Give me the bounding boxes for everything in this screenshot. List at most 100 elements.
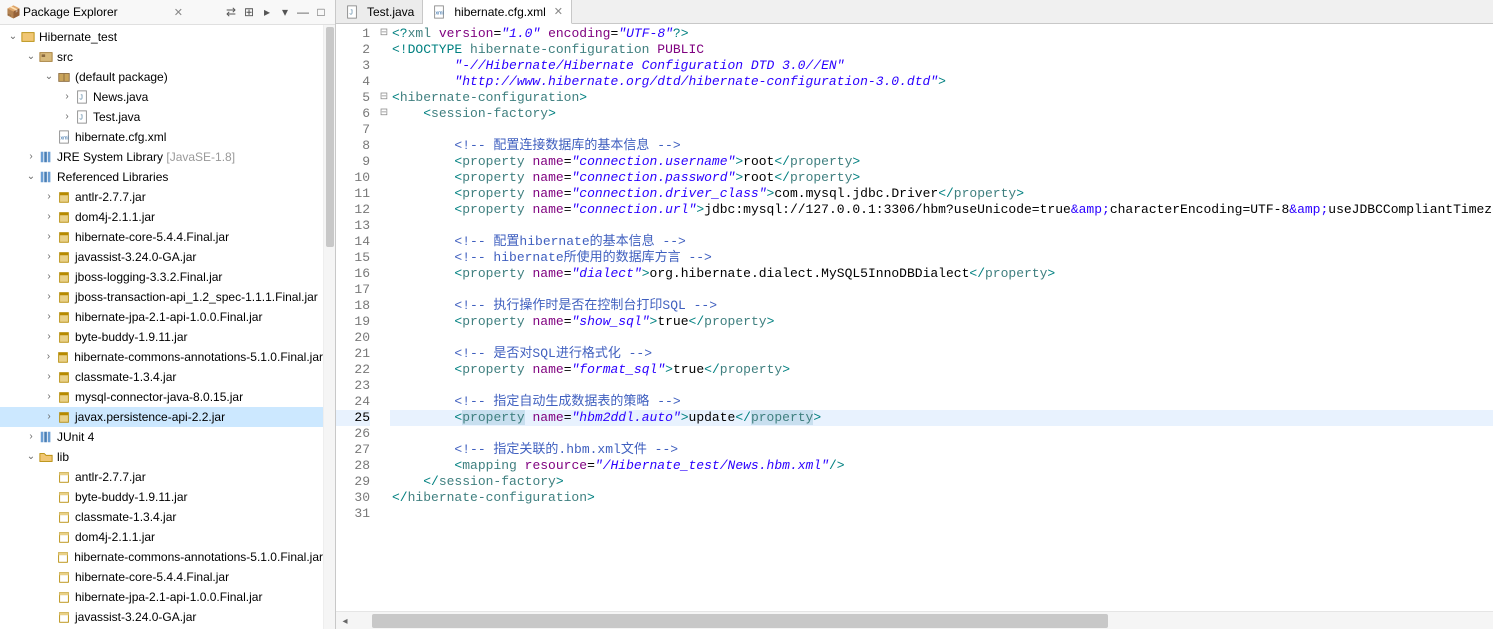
- code-line[interactable]: <session-factory>: [390, 106, 1493, 122]
- expand-arrow-icon[interactable]: ⌄: [6, 28, 20, 46]
- tree-item[interactable]: javassist-3.24.0-GA.jar: [0, 607, 323, 627]
- line-number[interactable]: 28: [336, 458, 370, 474]
- expand-arrow-icon[interactable]: ›: [42, 348, 56, 366]
- expand-arrow-icon[interactable]: ›: [42, 408, 56, 426]
- code-line[interactable]: <!-- 是否对SQL进行格式化 -->: [390, 346, 1493, 362]
- code-line[interactable]: [390, 378, 1493, 394]
- expand-arrow-icon[interactable]: ›: [42, 208, 56, 226]
- fold-marker[interactable]: ⊟: [378, 26, 390, 42]
- expand-arrow-icon[interactable]: ›: [42, 228, 56, 246]
- code-line[interactable]: "http://www.hibernate.org/dtd/hibernate-…: [390, 74, 1493, 90]
- line-number-gutter[interactable]: 1234567891011121314151617181920212223242…: [336, 24, 378, 611]
- sidebar-scrollbar[interactable]: [323, 25, 335, 629]
- line-number[interactable]: 24: [336, 394, 370, 410]
- line-number[interactable]: 31: [336, 506, 370, 522]
- line-number[interactable]: 29: [336, 474, 370, 490]
- tree-item[interactable]: ›JNews.java: [0, 87, 323, 107]
- expand-arrow-icon[interactable]: ›: [42, 288, 56, 306]
- editor-tab[interactable]: xmlhibernate.cfg.xml✕: [423, 0, 572, 24]
- line-number[interactable]: 12: [336, 202, 370, 218]
- tree-item[interactable]: ›JRE System Library [JavaSE-1.8]: [0, 147, 323, 167]
- code-line[interactable]: <property name="hbm2ddl.auto">update</pr…: [390, 410, 1493, 426]
- fold-marker[interactable]: ⊟: [378, 90, 390, 106]
- code-line[interactable]: [390, 218, 1493, 234]
- code-line[interactable]: [390, 506, 1493, 522]
- fold-marker[interactable]: ⊟: [378, 106, 390, 122]
- code-line[interactable]: [390, 122, 1493, 138]
- tab-close-icon[interactable]: ✕: [554, 5, 563, 18]
- tree-item[interactable]: ›javax.persistence-api-2.2.jar: [0, 407, 323, 427]
- tree-item[interactable]: ›javassist-3.24.0-GA.jar: [0, 247, 323, 267]
- tree-item[interactable]: ›hibernate-core-5.4.4.Final.jar: [0, 227, 323, 247]
- code-line[interactable]: </hibernate-configuration>: [390, 490, 1493, 506]
- line-number[interactable]: 23: [336, 378, 370, 394]
- expand-arrow-icon[interactable]: ›: [42, 388, 56, 406]
- line-number[interactable]: 13: [336, 218, 370, 234]
- expand-arrow-icon[interactable]: ›: [42, 308, 56, 326]
- tree-item[interactable]: dom4j-2.1.1.jar: [0, 527, 323, 547]
- line-number[interactable]: 8: [336, 138, 370, 154]
- expand-arrow-icon[interactable]: ›: [60, 88, 74, 106]
- line-number[interactable]: 25: [336, 410, 370, 426]
- line-number[interactable]: 1: [336, 26, 370, 42]
- expand-arrow-icon[interactable]: ›: [24, 148, 38, 166]
- line-number[interactable]: 7: [336, 122, 370, 138]
- line-number[interactable]: 26: [336, 426, 370, 442]
- code-line[interactable]: <property name="show_sql">true</property…: [390, 314, 1493, 330]
- minimize-icon[interactable]: ―: [295, 4, 311, 20]
- line-number[interactable]: 2: [336, 42, 370, 58]
- tree-item[interactable]: classmate-1.3.4.jar: [0, 507, 323, 527]
- project-tree[interactable]: ⌄Hibernate_test⌄src⌄(default package)›JN…: [0, 25, 323, 629]
- tree-item[interactable]: xmlhibernate.cfg.xml: [0, 127, 323, 147]
- code-line[interactable]: [390, 330, 1493, 346]
- line-number[interactable]: 10: [336, 170, 370, 186]
- scroll-left-icon[interactable]: ◂: [336, 612, 354, 630]
- line-number[interactable]: 3: [336, 58, 370, 74]
- line-number[interactable]: 16: [336, 266, 370, 282]
- horizontal-scrollbar-thumb[interactable]: [372, 614, 1108, 628]
- expand-arrow-icon[interactable]: ⌄: [24, 448, 38, 466]
- line-number[interactable]: 11: [336, 186, 370, 202]
- tree-item[interactable]: hibernate-commons-annotations-5.1.0.Fina…: [0, 547, 323, 567]
- line-number[interactable]: 9: [336, 154, 370, 170]
- code-line[interactable]: <!-- hibernate所使用的数据库方言 -->: [390, 250, 1493, 266]
- tree-item[interactable]: antlr-2.7.7.jar: [0, 467, 323, 487]
- expand-arrow-icon[interactable]: ›: [42, 268, 56, 286]
- tree-item[interactable]: ⌄(default package): [0, 67, 323, 87]
- expand-arrow-icon[interactable]: ⌄: [42, 68, 56, 86]
- expand-arrow-icon[interactable]: ›: [42, 368, 56, 386]
- view-menu-icon[interactable]: ▾: [277, 4, 293, 20]
- tree-item[interactable]: hibernate-core-5.4.4.Final.jar: [0, 567, 323, 587]
- code-line[interactable]: </session-factory>: [390, 474, 1493, 490]
- sidebar-scrollbar-thumb[interactable]: [326, 27, 334, 247]
- expand-arrow-icon[interactable]: ›: [24, 428, 38, 446]
- expand-arrow-icon[interactable]: ›: [42, 328, 56, 346]
- line-number[interactable]: 22: [336, 362, 370, 378]
- line-number[interactable]: 14: [336, 234, 370, 250]
- maximize-icon[interactable]: □: [313, 4, 329, 20]
- horizontal-scrollbar[interactable]: ◂ ▸: [336, 611, 1493, 629]
- tree-item[interactable]: ⌄src: [0, 47, 323, 67]
- code-line[interactable]: <property name="connection.username">roo…: [390, 154, 1493, 170]
- line-number[interactable]: 4: [336, 74, 370, 90]
- line-number[interactable]: 20: [336, 330, 370, 346]
- code-line[interactable]: <!DOCTYPE hibernate-configuration PUBLIC: [390, 42, 1493, 58]
- code-line[interactable]: <!-- 配置hibernate的基本信息 -->: [390, 234, 1493, 250]
- line-number[interactable]: 27: [336, 442, 370, 458]
- tree-item[interactable]: ›hibernate-jpa-2.1-api-1.0.0.Final.jar: [0, 307, 323, 327]
- code-line[interactable]: <!-- 配置连接数据库的基本信息 -->: [390, 138, 1493, 154]
- close-view-icon[interactable]: ✕: [174, 6, 183, 19]
- code-line[interactable]: <!-- 指定关联的.hbm.xml文件 -->: [390, 442, 1493, 458]
- tree-item[interactable]: ›classmate-1.3.4.jar: [0, 367, 323, 387]
- line-number[interactable]: 21: [336, 346, 370, 362]
- tree-item[interactable]: hibernate-jpa-2.1-api-1.0.0.Final.jar: [0, 587, 323, 607]
- tree-item[interactable]: ›jboss-transaction-api_1.2_spec-1.1.1.Fi…: [0, 287, 323, 307]
- tree-item[interactable]: ›byte-buddy-1.9.11.jar: [0, 327, 323, 347]
- tree-item[interactable]: ›mysql-connector-java-8.0.15.jar: [0, 387, 323, 407]
- expand-arrow-icon[interactable]: ⌄: [24, 48, 38, 66]
- tree-item[interactable]: byte-buddy-1.9.11.jar: [0, 487, 323, 507]
- line-number[interactable]: 5: [336, 90, 370, 106]
- code-line[interactable]: <property name="connection.url">jdbc:mys…: [390, 202, 1493, 218]
- tree-item[interactable]: ⌄lib: [0, 447, 323, 467]
- code-line[interactable]: <property name="connection.driver_class"…: [390, 186, 1493, 202]
